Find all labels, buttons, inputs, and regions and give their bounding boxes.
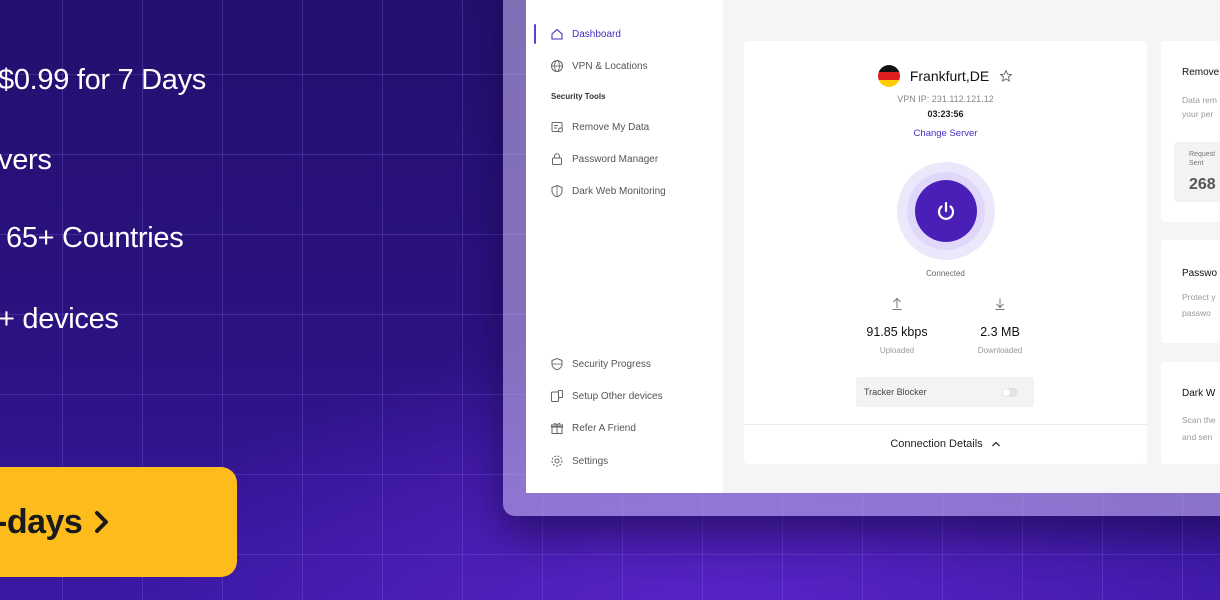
sidebar-item-label: Dark Web Monitoring	[572, 185, 666, 197]
sidebar-item-dashboard[interactable]: Dashboard	[550, 27, 621, 41]
card-title: Dark W	[1182, 388, 1216, 399]
sidebar: Dashboard VPN & Locations Security Tools…	[526, 0, 723, 493]
power-button-halo	[897, 162, 995, 260]
requests-label: Request	[1189, 151, 1216, 158]
sidebar-item-settings[interactable]: Settings	[550, 454, 608, 468]
upload-label: Uploaded	[879, 346, 915, 355]
chevron-right-icon	[94, 510, 110, 534]
devices-icon	[550, 389, 564, 403]
feature-servers: vers	[0, 144, 52, 176]
card-title: Passwo	[1182, 268, 1218, 279]
vpn-connection-card: Frankfurt,DE VPN IP: 231.112.121.12 03:2…	[744, 41, 1147, 464]
section-title-security-tools: Security Tools	[551, 92, 606, 101]
lock-icon	[550, 152, 564, 166]
sidebar-item-refer-a-friend[interactable]: Refer A Friend	[550, 421, 636, 435]
download-value: 2.3 MB	[980, 325, 1020, 339]
card-desc-line: and sen	[1182, 432, 1213, 442]
feature-devices: + devices	[0, 303, 119, 335]
card-desc-line: your per	[1182, 109, 1214, 119]
divider	[744, 424, 1147, 425]
tracker-blocker-row: Tracker Blocker	[856, 377, 1034, 407]
active-indicator	[534, 24, 536, 44]
gift-icon	[550, 421, 564, 435]
sidebar-item-label: Setup Other devices	[572, 390, 663, 402]
power-button[interactable]	[915, 180, 977, 242]
connection-details-button[interactable]: Connection Details	[744, 438, 1147, 450]
sidebar-item-password-manager[interactable]: Password Manager	[550, 152, 658, 166]
chevron-up-icon	[991, 440, 1001, 448]
sidebar-item-security-progress[interactable]: Security Progress	[550, 357, 651, 371]
connection-details-label: Connection Details	[890, 438, 983, 450]
server-location: Frankfurt,DE	[744, 65, 1147, 87]
requests-label: Sent	[1189, 160, 1204, 167]
card-desc-line: passwo	[1182, 308, 1211, 318]
location-name: Frankfurt,DE	[909, 68, 990, 84]
power-icon	[935, 200, 957, 222]
dark-web-card[interactable]: Dark W Scan the and sen	[1161, 362, 1220, 464]
home-icon	[550, 27, 564, 41]
connection-timer: 03:23:56	[927, 109, 964, 119]
globe-icon	[550, 59, 564, 73]
feature-price: $0.99 for 7 Days	[0, 64, 206, 96]
card-desc-line: Scan the	[1182, 415, 1216, 425]
app-window: Dashboard VPN & Locations Security Tools…	[526, 0, 1220, 493]
start-trial-button[interactable]: -days	[0, 467, 237, 577]
germany-flag-icon	[877, 65, 900, 87]
requests-sent-box: Request Sent 268	[1174, 142, 1220, 202]
shield-icon	[550, 184, 564, 198]
password-manager-card[interactable]: Passwo Protect y passwo	[1161, 240, 1220, 343]
sidebar-item-label: Settings	[572, 455, 609, 467]
upload-value: 91.85 kbps	[866, 325, 928, 339]
remove-data-card[interactable]: Remove Data rem your per Request Sent 26…	[1161, 41, 1220, 222]
card-desc-line: Data rem	[1182, 95, 1217, 105]
sidebar-item-label: Password Manager	[572, 153, 659, 165]
cta-label: -days	[0, 502, 83, 541]
favorite-star-icon[interactable]	[999, 69, 1013, 83]
tracker-blocker-label: Tracker Blocker	[864, 387, 927, 397]
sidebar-item-setup-other-devices[interactable]: Setup Other devices	[550, 389, 663, 403]
sidebar-item-dark-web-monitoring[interactable]: Dark Web Monitoring	[550, 184, 666, 198]
feature-countries: 65+ Countries	[6, 222, 184, 254]
requests-value: 268	[1189, 176, 1216, 193]
sidebar-item-label: Refer A Friend	[572, 422, 636, 434]
card-title: Remove	[1182, 67, 1220, 78]
sidebar-item-vpn-locations[interactable]: VPN & Locations	[550, 59, 648, 73]
sidebar-item-label: VPN & Locations	[572, 60, 648, 72]
vpn-ip: VPN IP: 231.112.121.12	[897, 94, 994, 104]
shield-progress-icon	[550, 357, 564, 371]
gear-icon	[550, 454, 564, 468]
sidebar-item-remove-my-data[interactable]: Remove My Data	[550, 120, 649, 134]
document-remove-icon	[550, 120, 564, 134]
upload-icon	[847, 297, 947, 311]
tracker-blocker-toggle[interactable]	[1002, 388, 1018, 397]
upload-stat: 91.85 kbps Uploaded	[847, 297, 947, 355]
download-stat: 2.3 MB Downloaded	[950, 297, 1050, 355]
download-icon	[950, 297, 1050, 311]
sidebar-item-label: Security Progress	[572, 358, 651, 370]
card-desc-line: Protect y	[1182, 292, 1216, 302]
change-server-link[interactable]: Change Server	[744, 128, 1147, 139]
download-label: Downloaded	[977, 346, 1023, 355]
sidebar-item-label: Remove My Data	[572, 121, 650, 133]
connection-status: Connected	[926, 269, 965, 278]
sidebar-item-label: Dashboard	[572, 28, 621, 40]
